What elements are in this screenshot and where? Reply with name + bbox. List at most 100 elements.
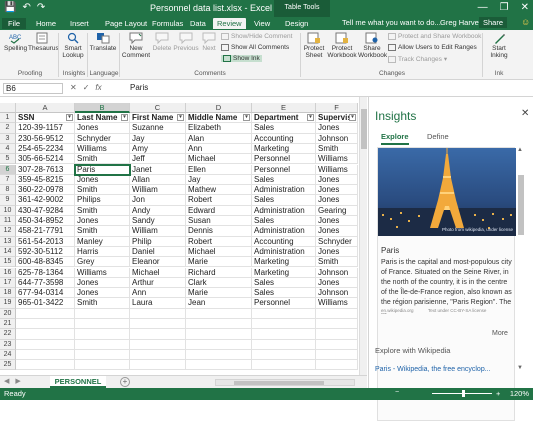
row-header[interactable]: 1 (0, 113, 16, 124)
table-cell[interactable]: Marie (186, 288, 252, 299)
column-header-c[interactable]: C (130, 103, 186, 113)
zoom-level[interactable]: 120% (510, 389, 529, 398)
table-cell[interactable]: William (130, 226, 186, 237)
close-icon[interactable]: ✕ (521, 108, 529, 119)
tab-insert[interactable]: Insert (66, 18, 93, 29)
translate-button[interactable]: Translate (89, 32, 117, 52)
empty-cell[interactable] (316, 360, 358, 371)
empty-cell[interactable] (252, 308, 316, 319)
cancel-icon[interactable]: ✕ (70, 83, 77, 92)
row-header[interactable]: 6 (0, 164, 16, 175)
table-cell[interactable]: Edward (186, 205, 252, 216)
empty-cell[interactable] (75, 329, 130, 340)
row-header[interactable]: 3 (0, 133, 16, 144)
redo-icon[interactable]: ↷ (37, 2, 45, 13)
table-cell[interactable]: Jones (75, 288, 130, 299)
table-cell[interactable]: Johnson (316, 288, 358, 299)
empty-cell[interactable] (186, 308, 252, 319)
table-cell[interactable]: Michael (186, 246, 252, 258)
empty-cell[interactable] (75, 360, 130, 371)
select-all-corner[interactable] (0, 103, 16, 113)
protect-sheet-button[interactable]: Protect Sheet (302, 32, 326, 59)
filter-dropdown-icon[interactable]: ▾ (349, 114, 356, 121)
table-cell[interactable]: Administration (252, 246, 316, 258)
empty-cell[interactable] (16, 319, 75, 330)
empty-cell[interactable] (75, 349, 130, 361)
table-cell[interactable]: Andy (130, 205, 186, 216)
tell-me-search[interactable]: Tell me what you want to do... (342, 18, 441, 27)
table-cell[interactable]: Jones (75, 277, 130, 289)
empty-cell[interactable] (316, 329, 358, 340)
table-header-cell[interactable]: Supervis ▾ (316, 113, 358, 124)
table-cell[interactable]: Jones (316, 123, 358, 134)
table-cell[interactable]: 592-30-5112 (16, 246, 75, 258)
row-header[interactable]: 24 (0, 349, 16, 361)
scroll-thumb[interactable] (234, 381, 324, 385)
table-cell[interactable]: Jeff (130, 154, 186, 165)
empty-cell[interactable] (252, 329, 316, 340)
empty-cell[interactable] (316, 349, 358, 361)
row-header[interactable]: 17 (0, 277, 16, 289)
column-header-a[interactable]: A (16, 103, 75, 113)
table-cell[interactable]: 361-42-9002 (16, 195, 75, 206)
row-header[interactable]: 4 (0, 143, 16, 155)
table-cell[interactable]: Robert (186, 195, 252, 206)
table-cell[interactable]: Suzanne (130, 123, 186, 134)
row-header[interactable]: 20 (0, 308, 16, 319)
table-cell[interactable]: Sales (252, 288, 316, 299)
table-cell[interactable]: Smith (75, 205, 130, 216)
table-cell[interactable]: Personnel (252, 298, 316, 309)
table-cell[interactable]: 458-21-7791 (16, 226, 75, 237)
table-cell[interactable]: Marketing (252, 267, 316, 278)
table-cell[interactable]: Laura (130, 298, 186, 309)
empty-cell[interactable] (130, 339, 186, 350)
table-cell[interactable]: Administration (252, 185, 316, 196)
table-cell[interactable]: Smith (75, 185, 130, 196)
table-cell[interactable]: 644-77-3598 (16, 277, 75, 289)
worksheet-grid[interactable]: A B C D E F 1 2 3 4 5 6 7 8 9 10 11 12 13 14 15 16 17 18 19 20 21 2… (0, 103, 367, 373)
table-cell[interactable]: 360-22-0978 (16, 185, 75, 196)
table-cell[interactable]: Jay (130, 133, 186, 144)
empty-cell[interactable] (130, 308, 186, 319)
filter-dropdown-icon[interactable]: ▾ (66, 114, 73, 121)
table-cell[interactable]: 305-66-5214 (16, 154, 75, 165)
table-cell[interactable]: Schnyder (316, 236, 358, 247)
scroll-thumb[interactable] (361, 109, 367, 149)
previous-comment-button[interactable]: Previous (173, 32, 199, 52)
row-header[interactable]: 5 (0, 154, 16, 165)
table-header-cell[interactable]: First Name ▾ (130, 113, 186, 124)
empty-cell[interactable] (16, 349, 75, 361)
column-header-f[interactable]: F (316, 103, 358, 113)
row-header[interactable]: 15 (0, 257, 16, 268)
tab-formulas[interactable]: Formulas (148, 18, 187, 29)
allow-users-edit-button[interactable]: Allow Users to Edit Ranges (388, 44, 477, 51)
table-cell[interactable]: Williams (316, 164, 358, 175)
zoom-slider-knob[interactable] (462, 390, 465, 397)
enter-icon[interactable]: ✓ (83, 83, 90, 92)
tab-define[interactable]: Define (427, 132, 449, 141)
table-cell[interactable]: Sales (252, 216, 316, 227)
start-inking-button[interactable]: Start Inking (486, 32, 512, 59)
new-comment-button[interactable]: New Comment (121, 32, 151, 59)
table-cell[interactable]: Eleanor (130, 257, 186, 268)
table-cell[interactable]: 307-28-7613 (16, 164, 75, 175)
thesaurus-button[interactable]: Thesaurus (28, 32, 59, 52)
row-header[interactable]: 10 (0, 205, 16, 216)
table-cell[interactable]: Accounting (252, 236, 316, 247)
table-cell[interactable]: Sales (252, 277, 316, 289)
table-cell[interactable]: 625-78-1364 (16, 267, 75, 278)
table-cell[interactable]: Michael (130, 267, 186, 278)
table-cell[interactable]: Williams (75, 143, 130, 155)
empty-cell[interactable] (130, 329, 186, 340)
tab-page-layout[interactable]: Page Layout (101, 18, 151, 29)
row-header[interactable]: 13 (0, 236, 16, 247)
sheet-tab-personnel[interactable]: PERSONNEL (50, 376, 106, 388)
minimize-button[interactable]: — (478, 2, 488, 13)
close-button[interactable]: ✕ (521, 2, 529, 13)
tab-explore[interactable]: Explore (381, 132, 409, 145)
table-cell[interactable]: Philips (75, 195, 130, 206)
show-all-comments-button[interactable]: Show All Comments (221, 44, 289, 51)
filter-dropdown-icon[interactable]: ▾ (177, 114, 184, 121)
table-cell[interactable]: Jon (130, 195, 186, 206)
table-cell[interactable]: Alan (186, 133, 252, 144)
